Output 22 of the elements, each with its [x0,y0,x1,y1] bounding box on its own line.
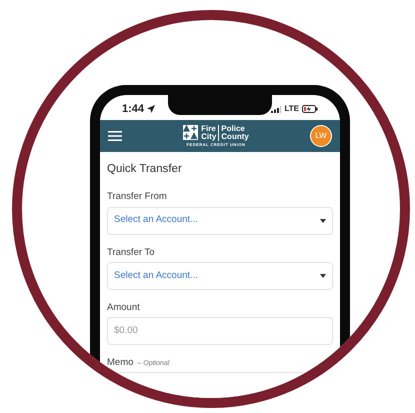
caret-icon [320,274,326,278]
account-select[interactable]: Select an Account... [107,262,333,290]
status-time: 1:44 [122,102,144,117]
caret-icon [320,218,326,222]
menu-icon[interactable] [108,131,122,141]
signal-icon [271,106,282,112]
field-label: Memo [107,356,134,370]
user-avatar[interactable]: LW [310,125,332,147]
page-title: Quick Transfer [107,162,183,177]
field-label: Transfer From [107,190,167,204]
field-label: Transfer To [107,246,155,260]
location-arrow-icon [147,105,156,113]
network-label: LTE [284,103,299,115]
logo-emblem-icon [183,125,198,140]
field-label: Amount [107,300,140,315]
input-field[interactable]: $0.00 [107,317,333,345]
account-select[interactable]: Select an Account... [107,206,333,234]
logo-word: County [220,132,249,140]
battery-charging-icon [302,105,318,113]
logo-word: City [201,132,220,140]
logo-word: Police [220,124,246,132]
logo-word: Fire [201,124,220,132]
